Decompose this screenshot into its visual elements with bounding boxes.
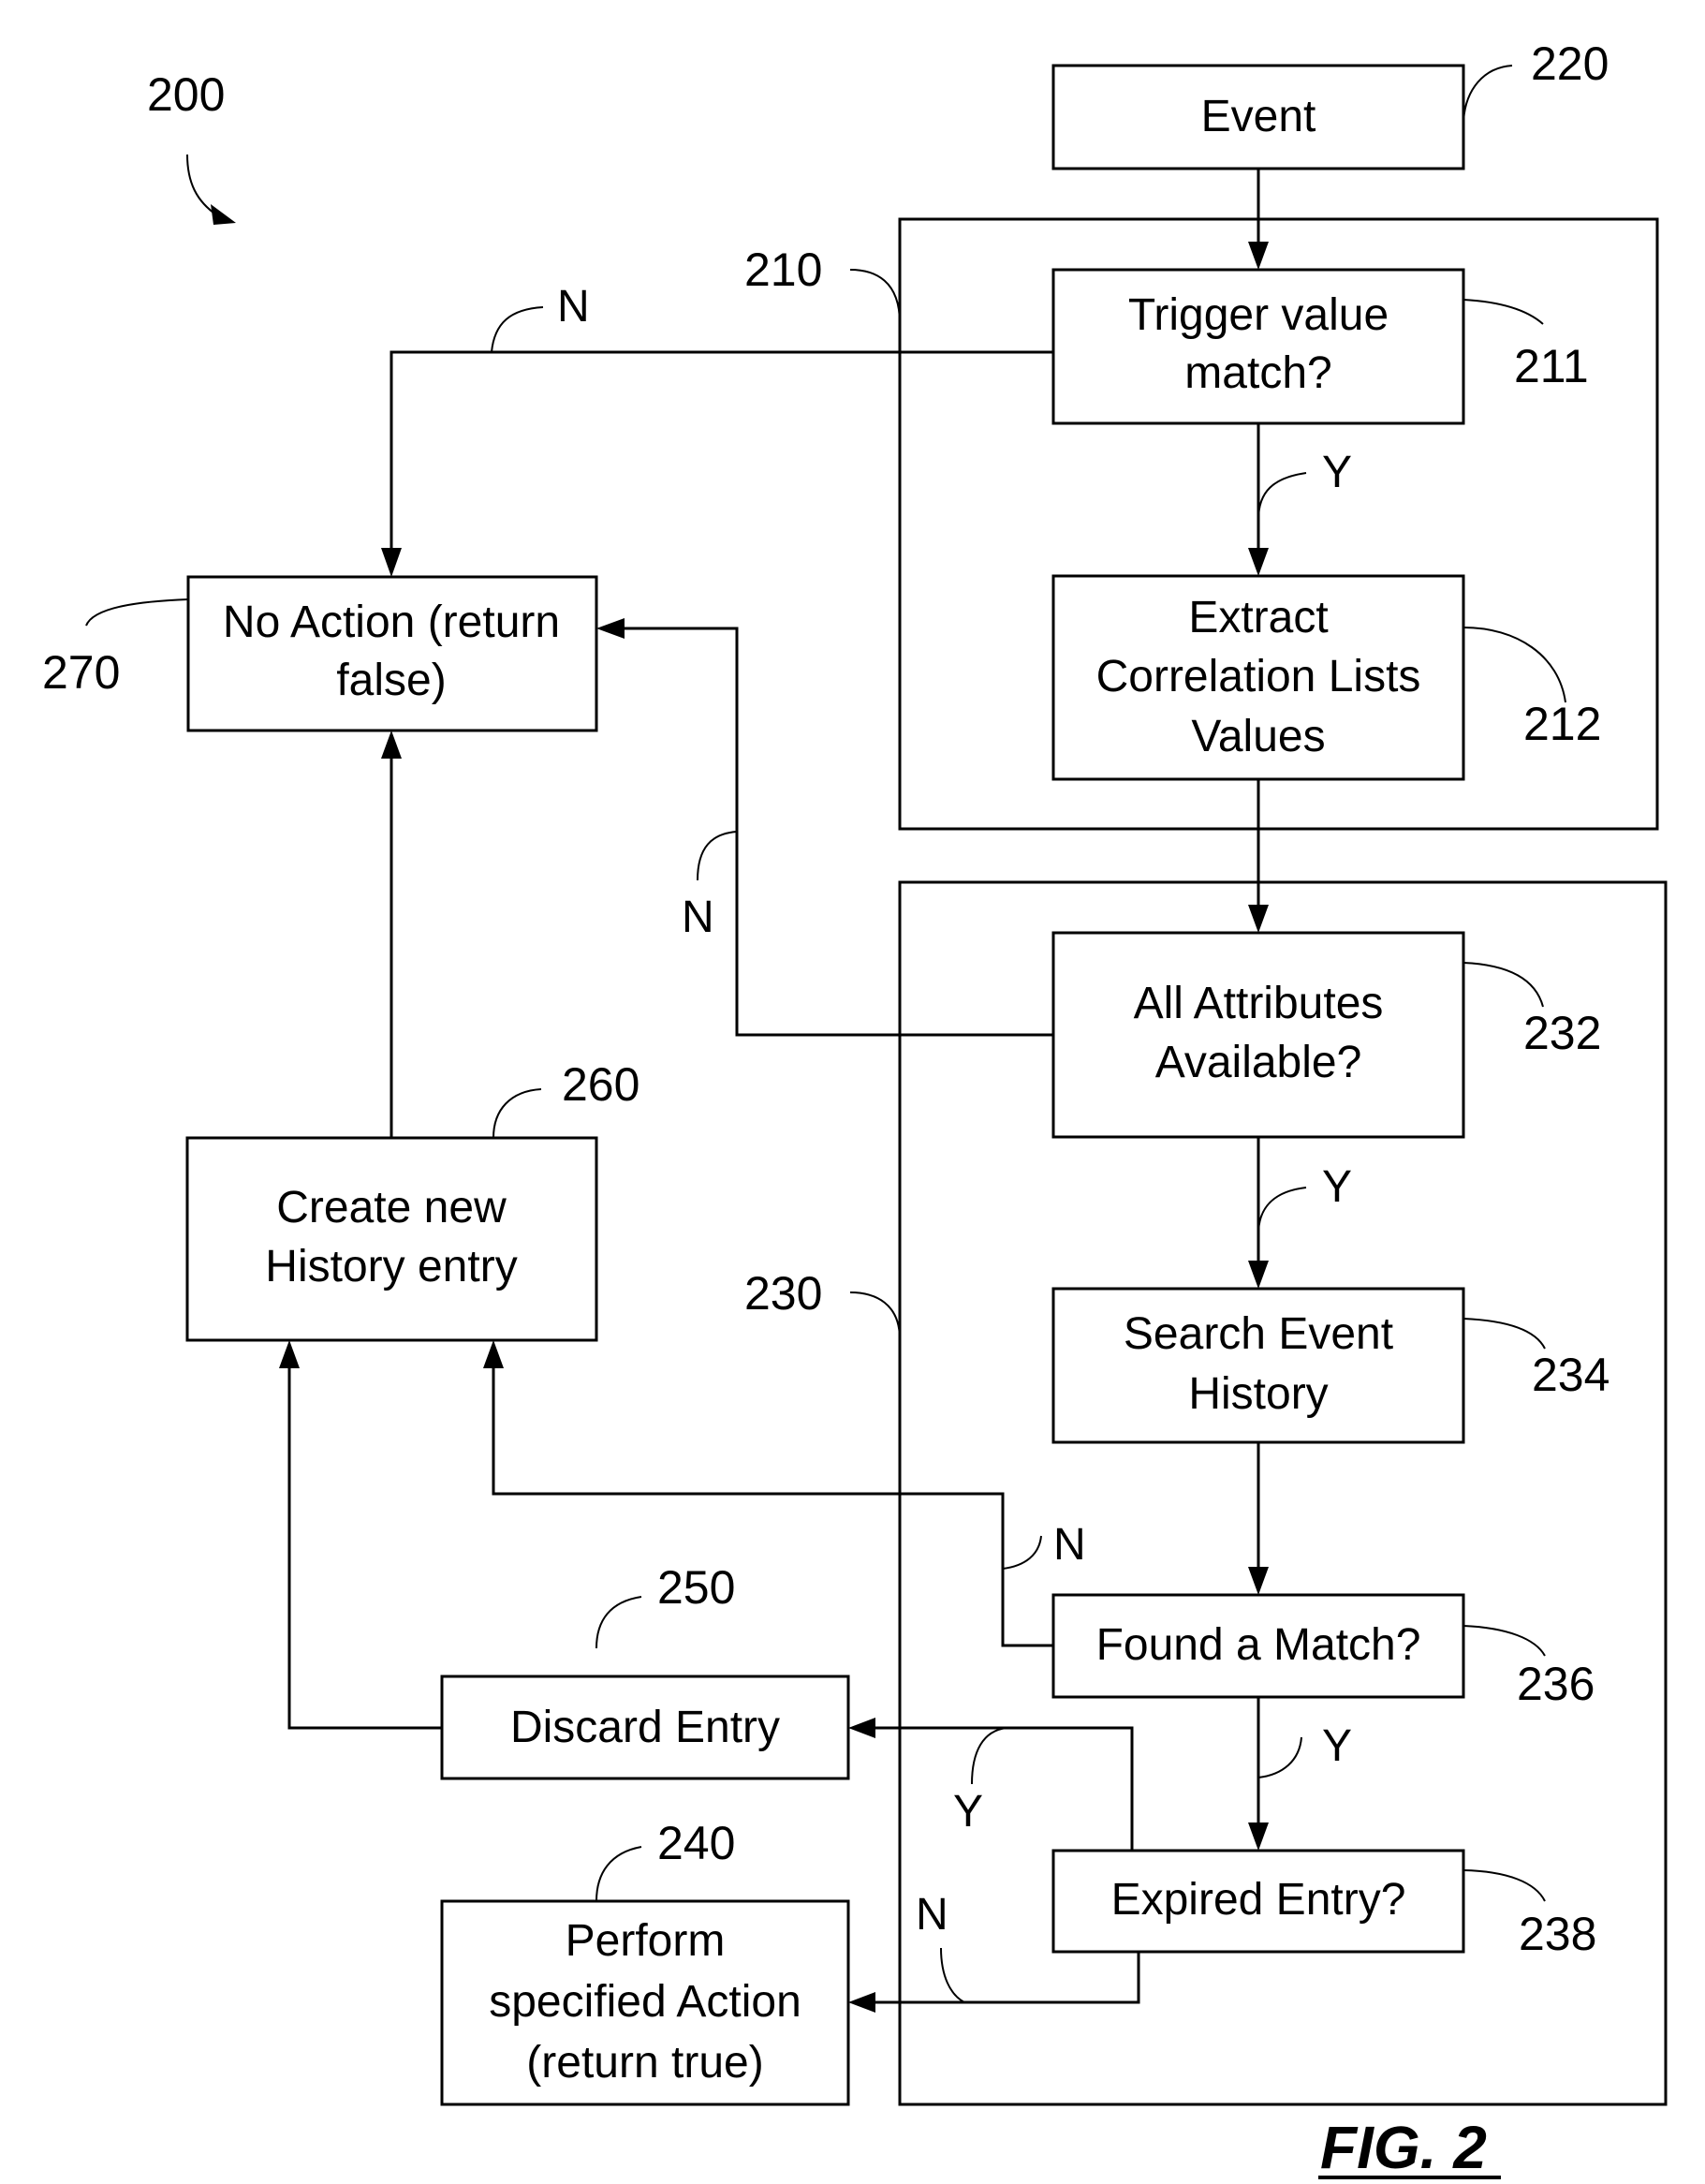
node-noaction-line-2: false) <box>336 656 446 705</box>
node-attrs-line-1: All Attributes <box>1134 979 1384 1028</box>
arrowhead-trigger-noaction <box>381 548 402 577</box>
node-create-ref-leader <box>492 1088 542 1139</box>
node-event: Event <box>1051 64 1465 170</box>
node-found-ref: 236 <box>1517 1658 1595 1710</box>
node-event-line-1: Event <box>1201 92 1316 141</box>
node-perform-line-3: (return true) <box>526 2038 763 2088</box>
found-yes-leader <box>1257 1736 1302 1778</box>
figure-caption: FIG. 2 <box>1320 2114 1487 2181</box>
group-230-ref: 230 <box>744 1267 822 1320</box>
node-search-line-2: History <box>1188 1369 1328 1419</box>
node-expired: Expired Entry? <box>1051 1849 1465 1954</box>
node-expired-ref-leader <box>1462 1869 1546 1902</box>
edge-label-attrs-no: N <box>682 893 714 942</box>
edge-expired-perform <box>873 1952 1140 2004</box>
arrowhead-create-noaction <box>381 730 402 759</box>
node-extract-ref-leader <box>1462 627 1566 703</box>
node-discard: Discard Entry <box>440 1675 850 1780</box>
node-found: Found a Match? <box>1051 1593 1465 1699</box>
node-discard-ref-leader <box>595 1596 642 1649</box>
node-perform-line-2: specified Action <box>489 1977 801 2027</box>
edge-label-expired-no: N <box>916 1890 948 1940</box>
node-search-ref: 234 <box>1532 1349 1609 1401</box>
node-create-line-1: Create new <box>276 1183 507 1232</box>
node-trigger-line-2: match? <box>1184 348 1331 398</box>
arrowhead-search-found <box>1248 1567 1269 1595</box>
edge-label-expired-yes: Y <box>953 1787 983 1837</box>
flowchart: 200 210 230 Y N N Y N Y Y N Event 220 Tr… <box>42 37 1668 2181</box>
node-search: Search Event History <box>1051 1287 1465 1444</box>
arrowhead-extract-attrs <box>1248 905 1269 933</box>
node-attrs-line-2: Available? <box>1155 1038 1362 1087</box>
figure-number-label: 200 <box>147 68 225 121</box>
node-event-ref: 220 <box>1531 37 1609 90</box>
expired-no-leader <box>940 1947 965 2003</box>
node-search-ref-leader <box>1462 1318 1546 1350</box>
node-extract: Extract Correlation Lists Values <box>1051 574 1465 781</box>
node-extract-line-1: Extract <box>1188 593 1328 642</box>
node-perform-ref: 240 <box>657 1817 735 1869</box>
node-perform: Perform specified Action (return true) <box>440 1899 850 2106</box>
node-attrs: All Attributes Available? <box>1051 931 1465 1139</box>
attrs-no-leader <box>697 831 738 881</box>
node-extract-line-3: Values <box>1191 712 1325 761</box>
node-noaction-line-1: No Action (return <box>223 598 560 647</box>
node-discard-line-1: Discard Entry <box>510 1703 780 1752</box>
arrowhead-attrs-search <box>1248 1261 1269 1289</box>
node-trigger: Trigger value match? <box>1051 268 1465 425</box>
node-search-line-1: Search Event <box>1124 1309 1393 1359</box>
edge-label-found-no: N <box>1053 1520 1086 1570</box>
group-230-leader <box>849 1291 901 1340</box>
arrowhead-discard-create <box>279 1340 300 1368</box>
edge-label-trigger-yes: Y <box>1322 448 1352 497</box>
edge-trigger-noaction <box>390 350 1053 553</box>
node-create: Create new History entry <box>185 1136 598 1342</box>
node-create-ref: 260 <box>562 1058 639 1111</box>
arrowhead-event-trigger <box>1248 242 1269 270</box>
node-trigger-ref-leader <box>1462 299 1544 325</box>
trigger-yes-leader <box>1257 472 1307 521</box>
node-noaction: No Action (return false) <box>186 575 598 732</box>
edge-attrs-noaction <box>622 627 1053 1037</box>
node-extract-line-2: Correlation Lists <box>1096 652 1421 701</box>
arrowhead-found-expired <box>1248 1822 1269 1851</box>
arrowhead-found-create <box>483 1340 504 1368</box>
arrowhead-expired-perform <box>848 1992 875 2013</box>
edge-label-found-yes: Y <box>1322 1721 1352 1771</box>
node-discard-ref: 250 <box>657 1561 735 1614</box>
node-event-ref-leader <box>1462 65 1513 123</box>
expired-yes-leader <box>971 1727 1007 1785</box>
node-attrs-ref: 232 <box>1523 1007 1601 1059</box>
node-attrs-ref-leader <box>1462 962 1544 1008</box>
node-noaction-ref: 270 <box>42 646 120 699</box>
node-perform-ref-leader <box>595 1846 642 1902</box>
edge-discard-create <box>287 1365 442 1730</box>
group-210-leader <box>849 269 901 324</box>
edge-label-attrs-yes: Y <box>1322 1162 1352 1212</box>
group-210-ref: 210 <box>744 243 822 296</box>
node-trigger-line-1: Trigger value <box>1128 290 1389 340</box>
found-no-leader <box>1002 1535 1042 1570</box>
trigger-no-leader <box>491 306 544 353</box>
arrowhead-attrs-noaction <box>596 618 625 639</box>
arrowhead-expired-discard <box>848 1718 875 1738</box>
node-found-ref-leader <box>1462 1625 1546 1657</box>
node-found-line-1: Found a Match? <box>1096 1620 1421 1670</box>
node-expired-line-1: Expired Entry? <box>1111 1875 1406 1925</box>
node-noaction-ref-leader <box>85 598 189 627</box>
node-perform-line-1: Perform <box>566 1916 726 1966</box>
node-create-line-2: History entry <box>265 1242 517 1291</box>
node-expired-ref: 238 <box>1519 1908 1596 1960</box>
attrs-yes-leader <box>1257 1187 1307 1235</box>
figure-number-arrowhead <box>211 204 236 225</box>
arrowhead-trigger-extract <box>1248 548 1269 576</box>
edge-label-trigger-no: N <box>557 282 590 332</box>
node-trigger-ref: 211 <box>1514 340 1589 392</box>
edge-expired-discard <box>873 1726 1134 1851</box>
node-extract-ref: 212 <box>1523 698 1601 750</box>
edge-found-create <box>492 1365 1053 1647</box>
